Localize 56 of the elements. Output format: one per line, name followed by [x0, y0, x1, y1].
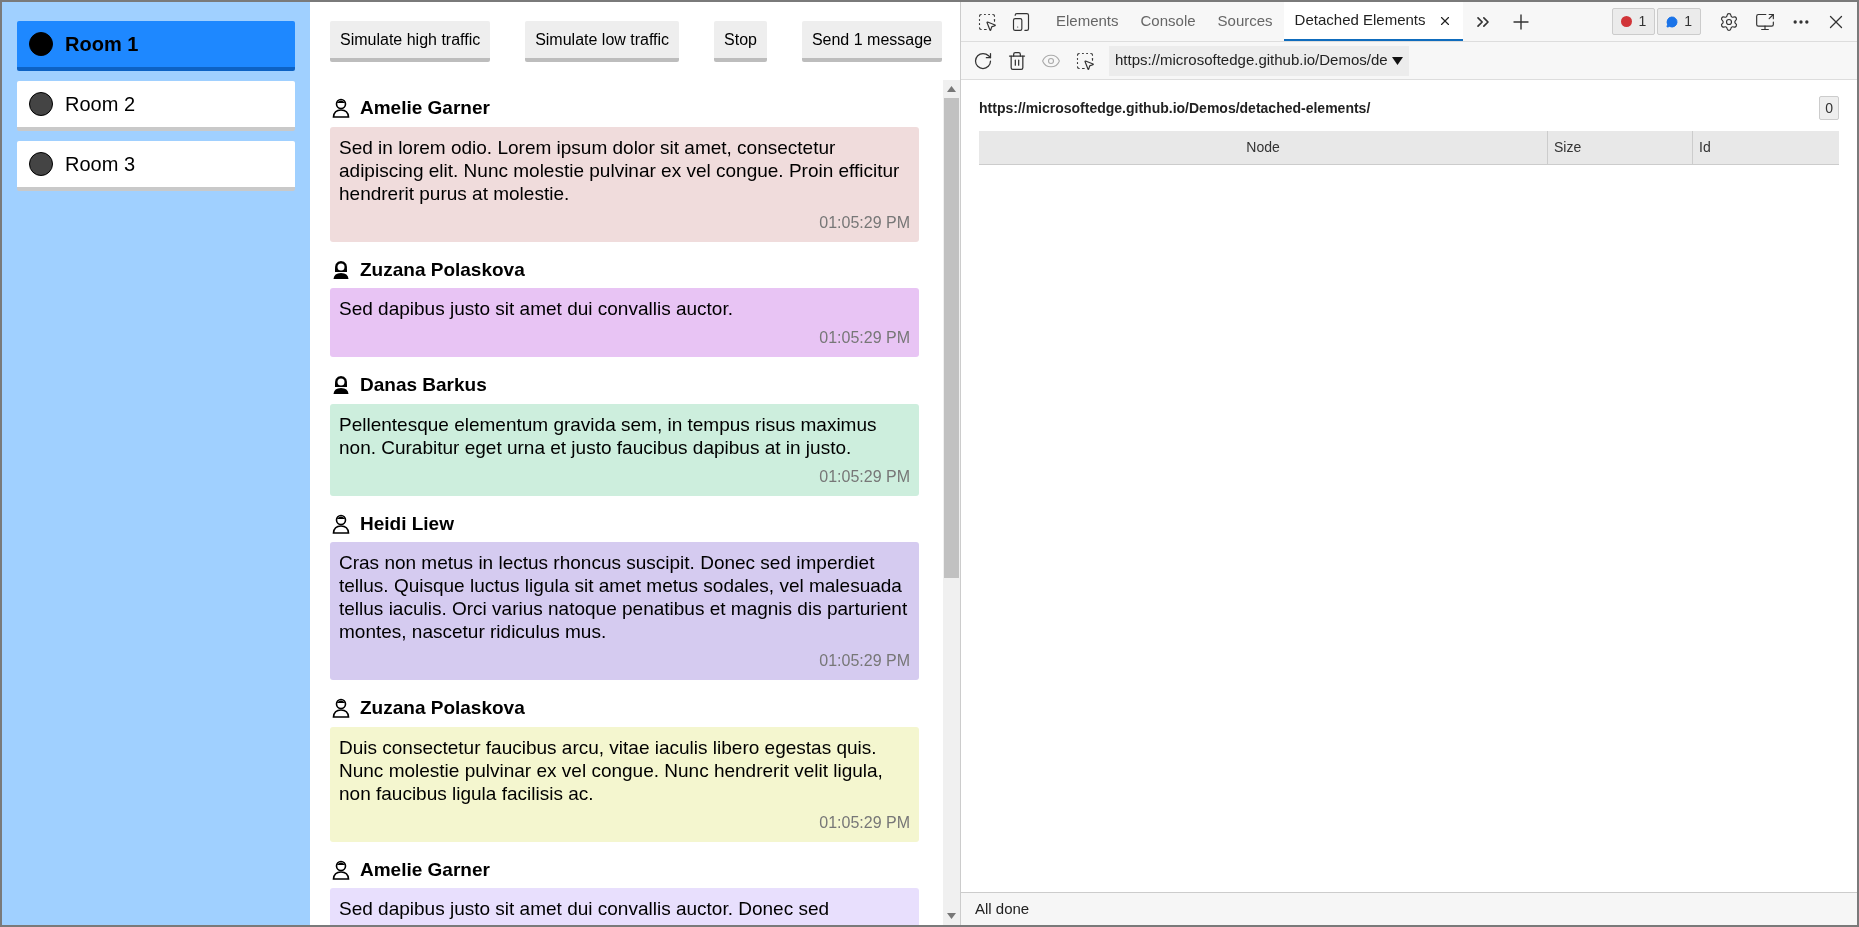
message-text: Cras non metus in lectus rhoncus suscipit. Donec sed imperdiet tellus. Quisque luctus ligula sit amet metus sodales, vel malesuada tellus iaculis. Orci varius natoque penatibus et magnis dis parturient montes, nascetur ridiculus mus.: [339, 551, 909, 643]
devtools-tab[interactable]: Detached Elements: [1283, 2, 1463, 41]
message-time: 01:05:29 PM: [819, 466, 910, 487]
devtools-tab[interactable]: Elements: [1045, 2, 1130, 41]
action-button[interactable]: Stop: [714, 21, 767, 62]
message-count-button[interactable]: 1: [1657, 8, 1701, 35]
inspect-icon[interactable]: [977, 11, 997, 32]
author-name: Danas Barkus: [360, 373, 487, 397]
page-url: https://microsoftedge.github.io/Demos/detached-elements/: [979, 98, 1371, 118]
author-name: Zuzana Polaskova: [360, 696, 525, 720]
author-name: Amelie Garner: [360, 96, 490, 120]
trash-icon[interactable]: [1007, 50, 1027, 71]
devtools-tab[interactable]: Sources: [1206, 2, 1284, 41]
message-time: 01:05:29 PM: [819, 328, 910, 348]
person-icon: [332, 375, 350, 396]
column-header[interactable]: Node: [979, 131, 1548, 164]
column-header[interactable]: Id: [1693, 131, 1839, 164]
person-icon: [332, 259, 350, 280]
person-icon: [332, 513, 350, 534]
message-icon: [1666, 15, 1679, 28]
message-time: 01:05:29 PM: [819, 812, 910, 833]
action-button[interactable]: Send 1 message: [801, 21, 942, 62]
column-header[interactable]: Size: [1548, 131, 1693, 164]
error-icon: [1621, 16, 1633, 27]
room-item[interactable]: Room 3: [17, 141, 295, 191]
person-icon: [332, 698, 350, 719]
author-name: Amelie Garner: [360, 857, 490, 882]
device-icon[interactable]: [1011, 11, 1031, 32]
count-badge: 0: [1819, 96, 1839, 120]
scrollbar-thumb[interactable]: [944, 98, 959, 578]
message-text: Sed dapibus justo sit amet dui convallis auctor. Donec sed: [339, 897, 831, 920]
target-dropdown[interactable]: https://microsoftedge.github.io/Demos/de: [1109, 45, 1409, 76]
room-item[interactable]: Room 2: [17, 81, 295, 131]
message-time: 01:05:29 PM: [819, 212, 910, 233]
message-text: Duis consectetur faucibus arcu, vitae iaculis libero egestas quis. Nunc molestie pulvinar ex vel congue. Nunc hendrerit velit ligula, non faucibus ligula facilisis ac.: [339, 735, 884, 805]
message-time: 01:05:29 PM: [819, 651, 910, 671]
devtools-tab[interactable]: Console: [1129, 2, 1207, 41]
scrollbar[interactable]: [943, 80, 960, 925]
error-count-button[interactable]: 1: [1612, 8, 1656, 35]
caret-icon: [1391, 56, 1403, 65]
person-icon: [332, 859, 350, 880]
message-text: Sed dapibus justo sit amet dui convallis auctor.: [339, 297, 734, 320]
settings-icon[interactable]: [1719, 11, 1739, 32]
author-name: Heidi Liew: [360, 511, 454, 536]
message-text: Sed in lorem odio. Lorem ipsum dolor sit amet, consectetur adipiscing elit. Nunc molestie pulvinar ex vel congue. Proin efficitur hendrerit purus at molestie.: [339, 135, 901, 205]
refresh-icon[interactable]: [973, 50, 993, 71]
select-icon[interactable]: [1075, 50, 1095, 71]
action-button[interactable]: Simulate low traffic: [525, 21, 680, 62]
action-button[interactable]: Simulate high traffic: [330, 21, 491, 62]
room-item[interactable]: Room 1: [17, 21, 295, 71]
scroll-up-icon[interactable]: [947, 86, 956, 92]
scroll-down-icon[interactable]: [947, 913, 956, 919]
author-name: Zuzana Polaskova: [360, 257, 525, 282]
person-icon: [332, 98, 350, 119]
message-text: Pellentesque elementum gravida sem, in tempus risus maximus non. Curabitur eget urna et justo faucibus dapibus at in justo.: [339, 412, 878, 459]
status-text: All done: [975, 898, 1030, 919]
